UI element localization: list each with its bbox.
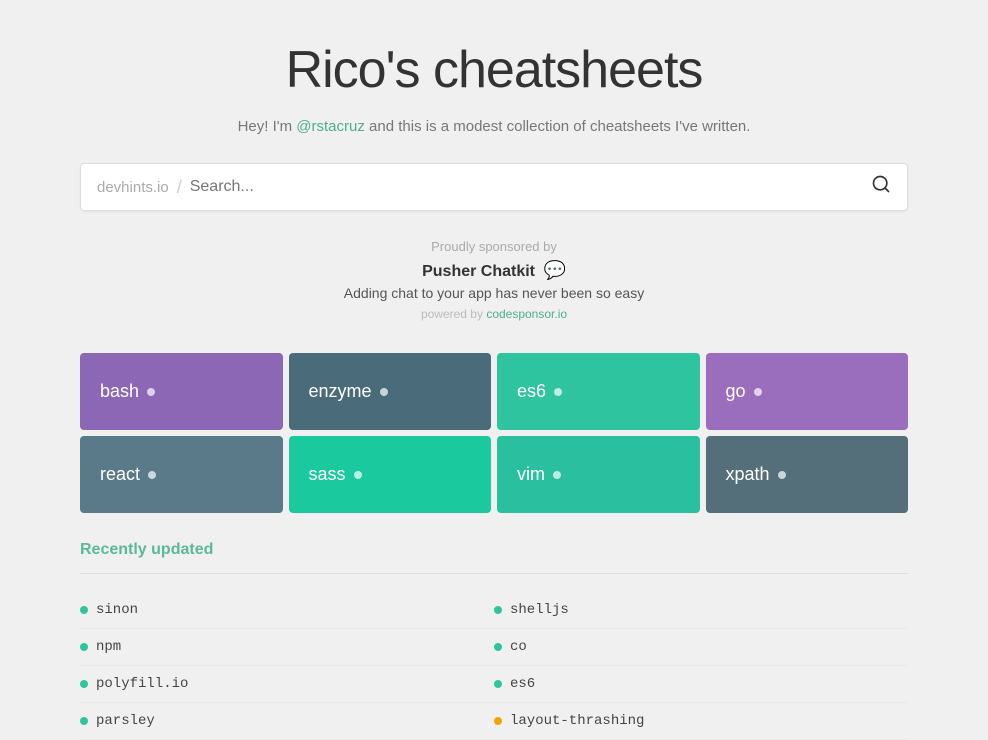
list-item[interactable]: polyfill.io (80, 666, 494, 703)
card-es6[interactable]: es6 (497, 353, 700, 430)
card-dot (354, 471, 362, 479)
list-item[interactable]: sinon (80, 592, 494, 629)
card-label: es6 (517, 381, 546, 402)
sponsor-label: Proudly sponsored by (80, 239, 908, 254)
search-input[interactable] (190, 178, 863, 196)
card-label: sass (309, 464, 346, 485)
recently-updated-section: Recently updated sinon npm polyfill.io pars… (80, 541, 908, 740)
list-dot (80, 680, 88, 688)
search-separator: / (177, 177, 182, 198)
list-item-label: es6 (510, 676, 535, 692)
list-right-column: shelljs co es6 layout-thrashing (494, 592, 908, 740)
list-item[interactable]: shelljs (494, 592, 908, 629)
list-item-label: polyfill.io (96, 676, 188, 692)
list-item[interactable]: npm (80, 629, 494, 666)
list-dot (494, 606, 502, 614)
subtitle: Hey! I'm @rstacruz and this is a modest … (80, 118, 908, 135)
card-sass[interactable]: sass (289, 436, 492, 513)
card-label: react (100, 464, 140, 485)
powered-by-prefix: powered by (421, 307, 486, 321)
twitter-link[interactable]: @rstacruz (296, 118, 365, 135)
card-label: xpath (726, 464, 770, 485)
card-dot (754, 388, 762, 396)
search-domain: devhints.io (97, 179, 169, 196)
recently-updated-list: sinon npm polyfill.io parsley shelljs co es6 la… (80, 592, 908, 740)
subtitle-suffix: and this is a modest collection of cheat… (365, 118, 751, 135)
sponsor-description: Adding chat to your app has never been s… (80, 285, 908, 301)
card-label: enzyme (309, 381, 372, 402)
powered-by: powered by codesponsor.io (80, 307, 908, 321)
card-dot (148, 471, 156, 479)
list-dot (80, 717, 88, 725)
site-title: Rico's cheatsheets (80, 0, 908, 118)
list-dot (494, 643, 502, 651)
list-item-label: shelljs (510, 602, 569, 618)
chat-icon: 💬 (543, 260, 565, 281)
list-dot (80, 606, 88, 614)
card-label: vim (517, 464, 545, 485)
list-dot (494, 680, 502, 688)
list-dot (80, 643, 88, 651)
card-dot (380, 388, 388, 396)
card-bash[interactable]: bash (80, 353, 283, 430)
section-divider (80, 573, 908, 574)
card-vim[interactable]: vim (497, 436, 700, 513)
sponsor-name-bold: Pusher Chatkit (422, 263, 535, 280)
list-item-label: parsley (96, 713, 155, 729)
list-item-label: layout-thrashing (510, 713, 644, 729)
card-enzyme[interactable]: enzyme (289, 353, 492, 430)
list-left-column: sinon npm polyfill.io parsley (80, 592, 494, 740)
list-item-label: npm (96, 639, 121, 655)
list-item-label: co (510, 639, 527, 655)
search-button[interactable] (863, 174, 891, 200)
card-dot (554, 388, 562, 396)
sponsor-section: Proudly sponsored by Pusher Chatkit 💬 Ad… (80, 239, 908, 321)
list-item-label: sinon (96, 602, 138, 618)
search-bar: devhints.io / (80, 163, 908, 211)
card-dot (147, 388, 155, 396)
card-label: bash (100, 381, 139, 402)
search-icon (871, 174, 891, 194)
list-item[interactable]: layout-thrashing (494, 703, 908, 740)
sponsor-name: Pusher Chatkit 💬 (80, 260, 908, 281)
card-react[interactable]: react (80, 436, 283, 513)
card-label: go (726, 381, 746, 402)
recently-updated-title: Recently updated (80, 541, 908, 559)
list-item[interactable]: co (494, 629, 908, 666)
subtitle-prefix: Hey! I'm (238, 118, 297, 135)
list-item[interactable]: es6 (494, 666, 908, 703)
card-go[interactable]: go (706, 353, 909, 430)
codesponsor-link[interactable]: codesponsor.io (486, 307, 567, 321)
card-dot (553, 471, 561, 479)
list-dot (494, 717, 502, 725)
card-xpath[interactable]: xpath (706, 436, 909, 513)
card-dot (778, 471, 786, 479)
cards-grid: bash enzyme es6 go react sass vim xpath (80, 353, 908, 513)
list-item[interactable]: parsley (80, 703, 494, 740)
